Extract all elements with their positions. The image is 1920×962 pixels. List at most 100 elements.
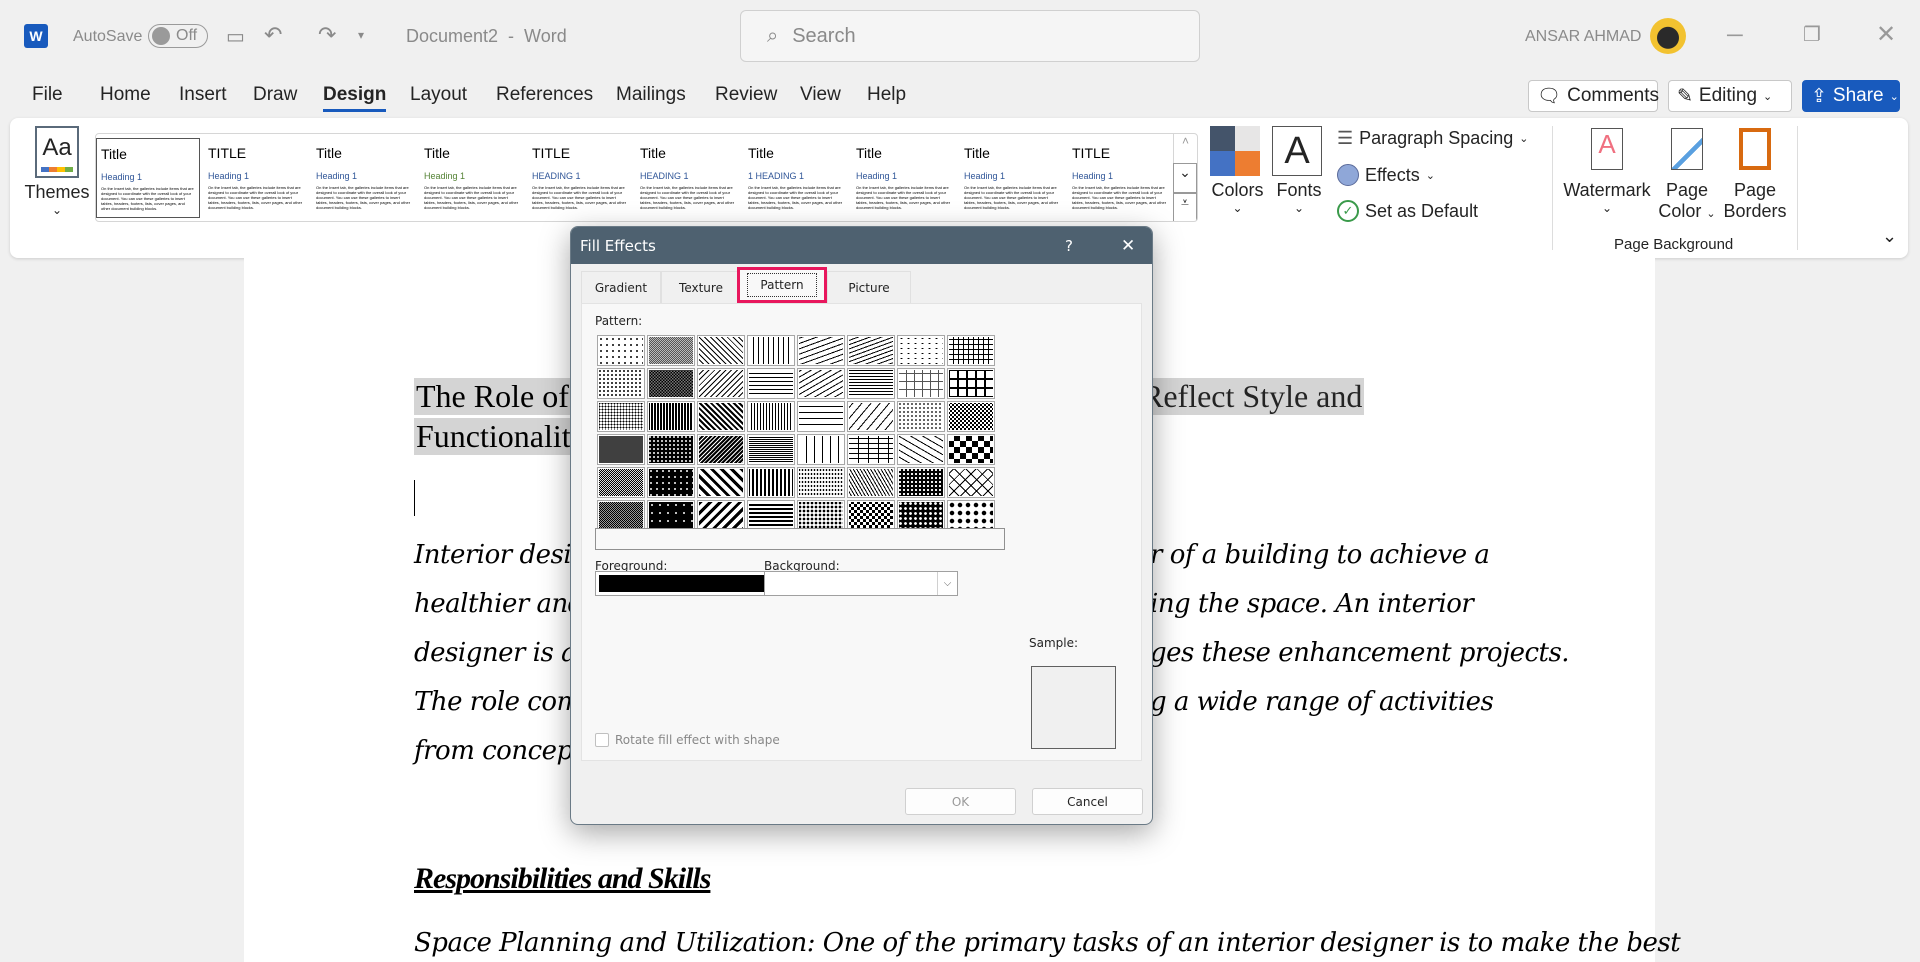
- body-text-line-right[interactable]: ing the space. An interior: [1150, 589, 1474, 619]
- pattern-swatch[interactable]: [597, 368, 645, 399]
- section-heading[interactable]: Responsibilities and Skills: [414, 862, 711, 896]
- customize-toolbar-icon[interactable]: ▾: [358, 28, 364, 42]
- undo-icon[interactable]: ↶: [264, 22, 282, 48]
- minimize-icon[interactable]: ─: [1727, 22, 1743, 48]
- pattern-swatch[interactable]: [747, 467, 795, 498]
- pattern-swatch[interactable]: [797, 500, 845, 531]
- autosave-toggle[interactable]: Off: [148, 24, 208, 48]
- pattern-swatch[interactable]: [847, 467, 895, 498]
- pattern-swatch[interactable]: [597, 434, 645, 465]
- document-title-line2[interactable]: Functionalit: [414, 418, 573, 455]
- pattern-swatch[interactable]: [897, 434, 945, 465]
- tab-help[interactable]: Help: [867, 84, 906, 106]
- avatar[interactable]: [1650, 18, 1686, 54]
- watermark-button[interactable]: A Watermark ⌄: [1562, 128, 1652, 215]
- pattern-swatch[interactable]: [697, 500, 745, 531]
- pattern-swatch[interactable]: [647, 401, 695, 432]
- pattern-swatch[interactable]: [647, 368, 695, 399]
- tab-layout[interactable]: Layout: [410, 84, 467, 106]
- document-title-line1[interactable]: The Role of: [414, 378, 571, 415]
- themes-button[interactable]: Aa Themes ⌄: [20, 126, 94, 226]
- pattern-swatch[interactable]: [847, 500, 895, 531]
- pattern-swatch[interactable]: [697, 335, 745, 366]
- style-set-item[interactable]: Title Heading 1 On the Insert tab, the gal…: [960, 138, 1064, 218]
- pattern-swatch[interactable]: [847, 368, 895, 399]
- fonts-button[interactable]: A Fonts ⌄: [1272, 126, 1326, 215]
- pattern-swatch[interactable]: [897, 500, 945, 531]
- style-set-item[interactable]: Title Heading 1 On the Insert tab, the gal…: [852, 138, 956, 218]
- body-text-line-right[interactable]: g a wide range of activities: [1150, 687, 1494, 717]
- pattern-swatch[interactable]: [597, 467, 645, 498]
- pattern-swatch[interactable]: [797, 434, 845, 465]
- tab-view[interactable]: View: [800, 84, 841, 106]
- pattern-swatch[interactable]: [947, 401, 995, 432]
- tab-gradient[interactable]: Gradient: [581, 271, 661, 303]
- tab-references[interactable]: References: [496, 84, 593, 106]
- pattern-swatch[interactable]: [747, 368, 795, 399]
- save-icon[interactable]: ▭: [226, 24, 245, 49]
- pattern-swatch[interactable]: [947, 500, 995, 531]
- redo-icon[interactable]: ↷: [318, 22, 336, 48]
- pattern-swatch[interactable]: [697, 467, 745, 498]
- tab-draw[interactable]: Draw: [253, 84, 297, 106]
- style-set-item[interactable]: Title 1 HEADING 1 On the Insert tab, the g…: [744, 138, 848, 218]
- tab-texture[interactable]: Texture: [661, 271, 741, 303]
- style-set-item[interactable]: TITLE Heading 1 On the Insert tab, the gal…: [1068, 138, 1172, 218]
- help-button[interactable]: ?: [1065, 237, 1073, 255]
- effects-button[interactable]: Effects ⌄: [1337, 164, 1435, 186]
- pattern-swatch[interactable]: [847, 401, 895, 432]
- pattern-swatch[interactable]: [747, 500, 795, 531]
- comments-button[interactable]: 🗨 Comments: [1528, 80, 1659, 112]
- style-set-item[interactable]: TITLE HEADING 1 On the Insert tab, the gal…: [528, 138, 632, 218]
- close-icon[interactable]: ✕: [1876, 20, 1896, 49]
- gallery-more[interactable]: ⩡: [1173, 193, 1197, 221]
- pattern-swatch[interactable]: [647, 500, 695, 531]
- pattern-swatch[interactable]: [697, 368, 745, 399]
- pattern-swatch[interactable]: [647, 335, 695, 366]
- pattern-swatch[interactable]: [897, 467, 945, 498]
- page-borders-button[interactable]: Page Borders: [1720, 128, 1790, 222]
- pattern-swatch[interactable]: [697, 401, 745, 432]
- background-color-dropdown[interactable]: ⌵: [764, 571, 958, 596]
- page-color-button[interactable]: Page Color ⌄: [1652, 128, 1722, 222]
- style-set-item[interactable]: TITLE Heading 1 On the Insert tab, the gal…: [204, 138, 308, 218]
- gallery-scroll-up[interactable]: ˄: [1173, 134, 1197, 163]
- set-as-default-button[interactable]: ✓ Set as Default: [1337, 200, 1478, 222]
- rotate-fill-checkbox[interactable]: [595, 733, 609, 747]
- pattern-swatch[interactable]: [747, 434, 795, 465]
- collapse-ribbon-icon[interactable]: ⌄: [1882, 226, 1897, 247]
- body-text-line-right[interactable]: r of a building to achieve a: [1150, 540, 1490, 570]
- tab-pattern[interactable]: Pattern: [737, 267, 827, 303]
- colors-button[interactable]: Colors ⌄: [1210, 126, 1265, 215]
- restore-icon[interactable]: ❐: [1803, 22, 1821, 47]
- pattern-swatch[interactable]: [797, 335, 845, 366]
- pattern-swatch[interactable]: [847, 335, 895, 366]
- share-button[interactable]: ⇪ Share ⌄: [1802, 80, 1900, 112]
- tab-mailings[interactable]: Mailings: [616, 84, 686, 106]
- style-set-item[interactable]: Title Heading 1 On the Insert tab, the gal…: [420, 138, 524, 218]
- document-title-line1-right[interactable]: Reflect Style and: [1140, 378, 1365, 415]
- pattern-swatch[interactable]: [697, 434, 745, 465]
- pattern-swatch[interactable]: [847, 434, 895, 465]
- search-box[interactable]: ⌕ Search: [740, 10, 1200, 62]
- gallery-scroll-down[interactable]: ⌄: [1173, 163, 1197, 193]
- pattern-swatch[interactable]: [797, 467, 845, 498]
- tab-file[interactable]: File: [32, 84, 63, 106]
- pattern-swatch[interactable]: [947, 467, 995, 498]
- pattern-swatch[interactable]: [947, 434, 995, 465]
- pattern-swatch[interactable]: [947, 335, 995, 366]
- pattern-swatch[interactable]: [747, 401, 795, 432]
- pattern-swatch[interactable]: [597, 500, 645, 531]
- pattern-swatch[interactable]: [747, 335, 795, 366]
- paragraph-text[interactable]: Space Planning and Utilization: One of t…: [414, 928, 1681, 958]
- tab-home[interactable]: Home: [100, 84, 151, 106]
- pattern-swatch[interactable]: [897, 335, 945, 366]
- foreground-color-dropdown[interactable]: ⌵: [595, 571, 789, 596]
- paragraph-spacing-button[interactable]: ☰ Paragraph Spacing ⌄: [1337, 128, 1528, 149]
- pattern-swatch[interactable]: [897, 401, 945, 432]
- body-text-line-right[interactable]: ges these enhancement projects.: [1150, 638, 1570, 668]
- pattern-swatch[interactable]: [597, 401, 645, 432]
- dialog-title-bar[interactable]: Fill Effects ? ✕: [571, 227, 1152, 264]
- style-set-item[interactable]: Title Heading 1 On the Insert tab, the gal…: [312, 138, 416, 218]
- style-set-item[interactable]: Title Heading 1 On the Insert tab, the gal…: [96, 138, 200, 218]
